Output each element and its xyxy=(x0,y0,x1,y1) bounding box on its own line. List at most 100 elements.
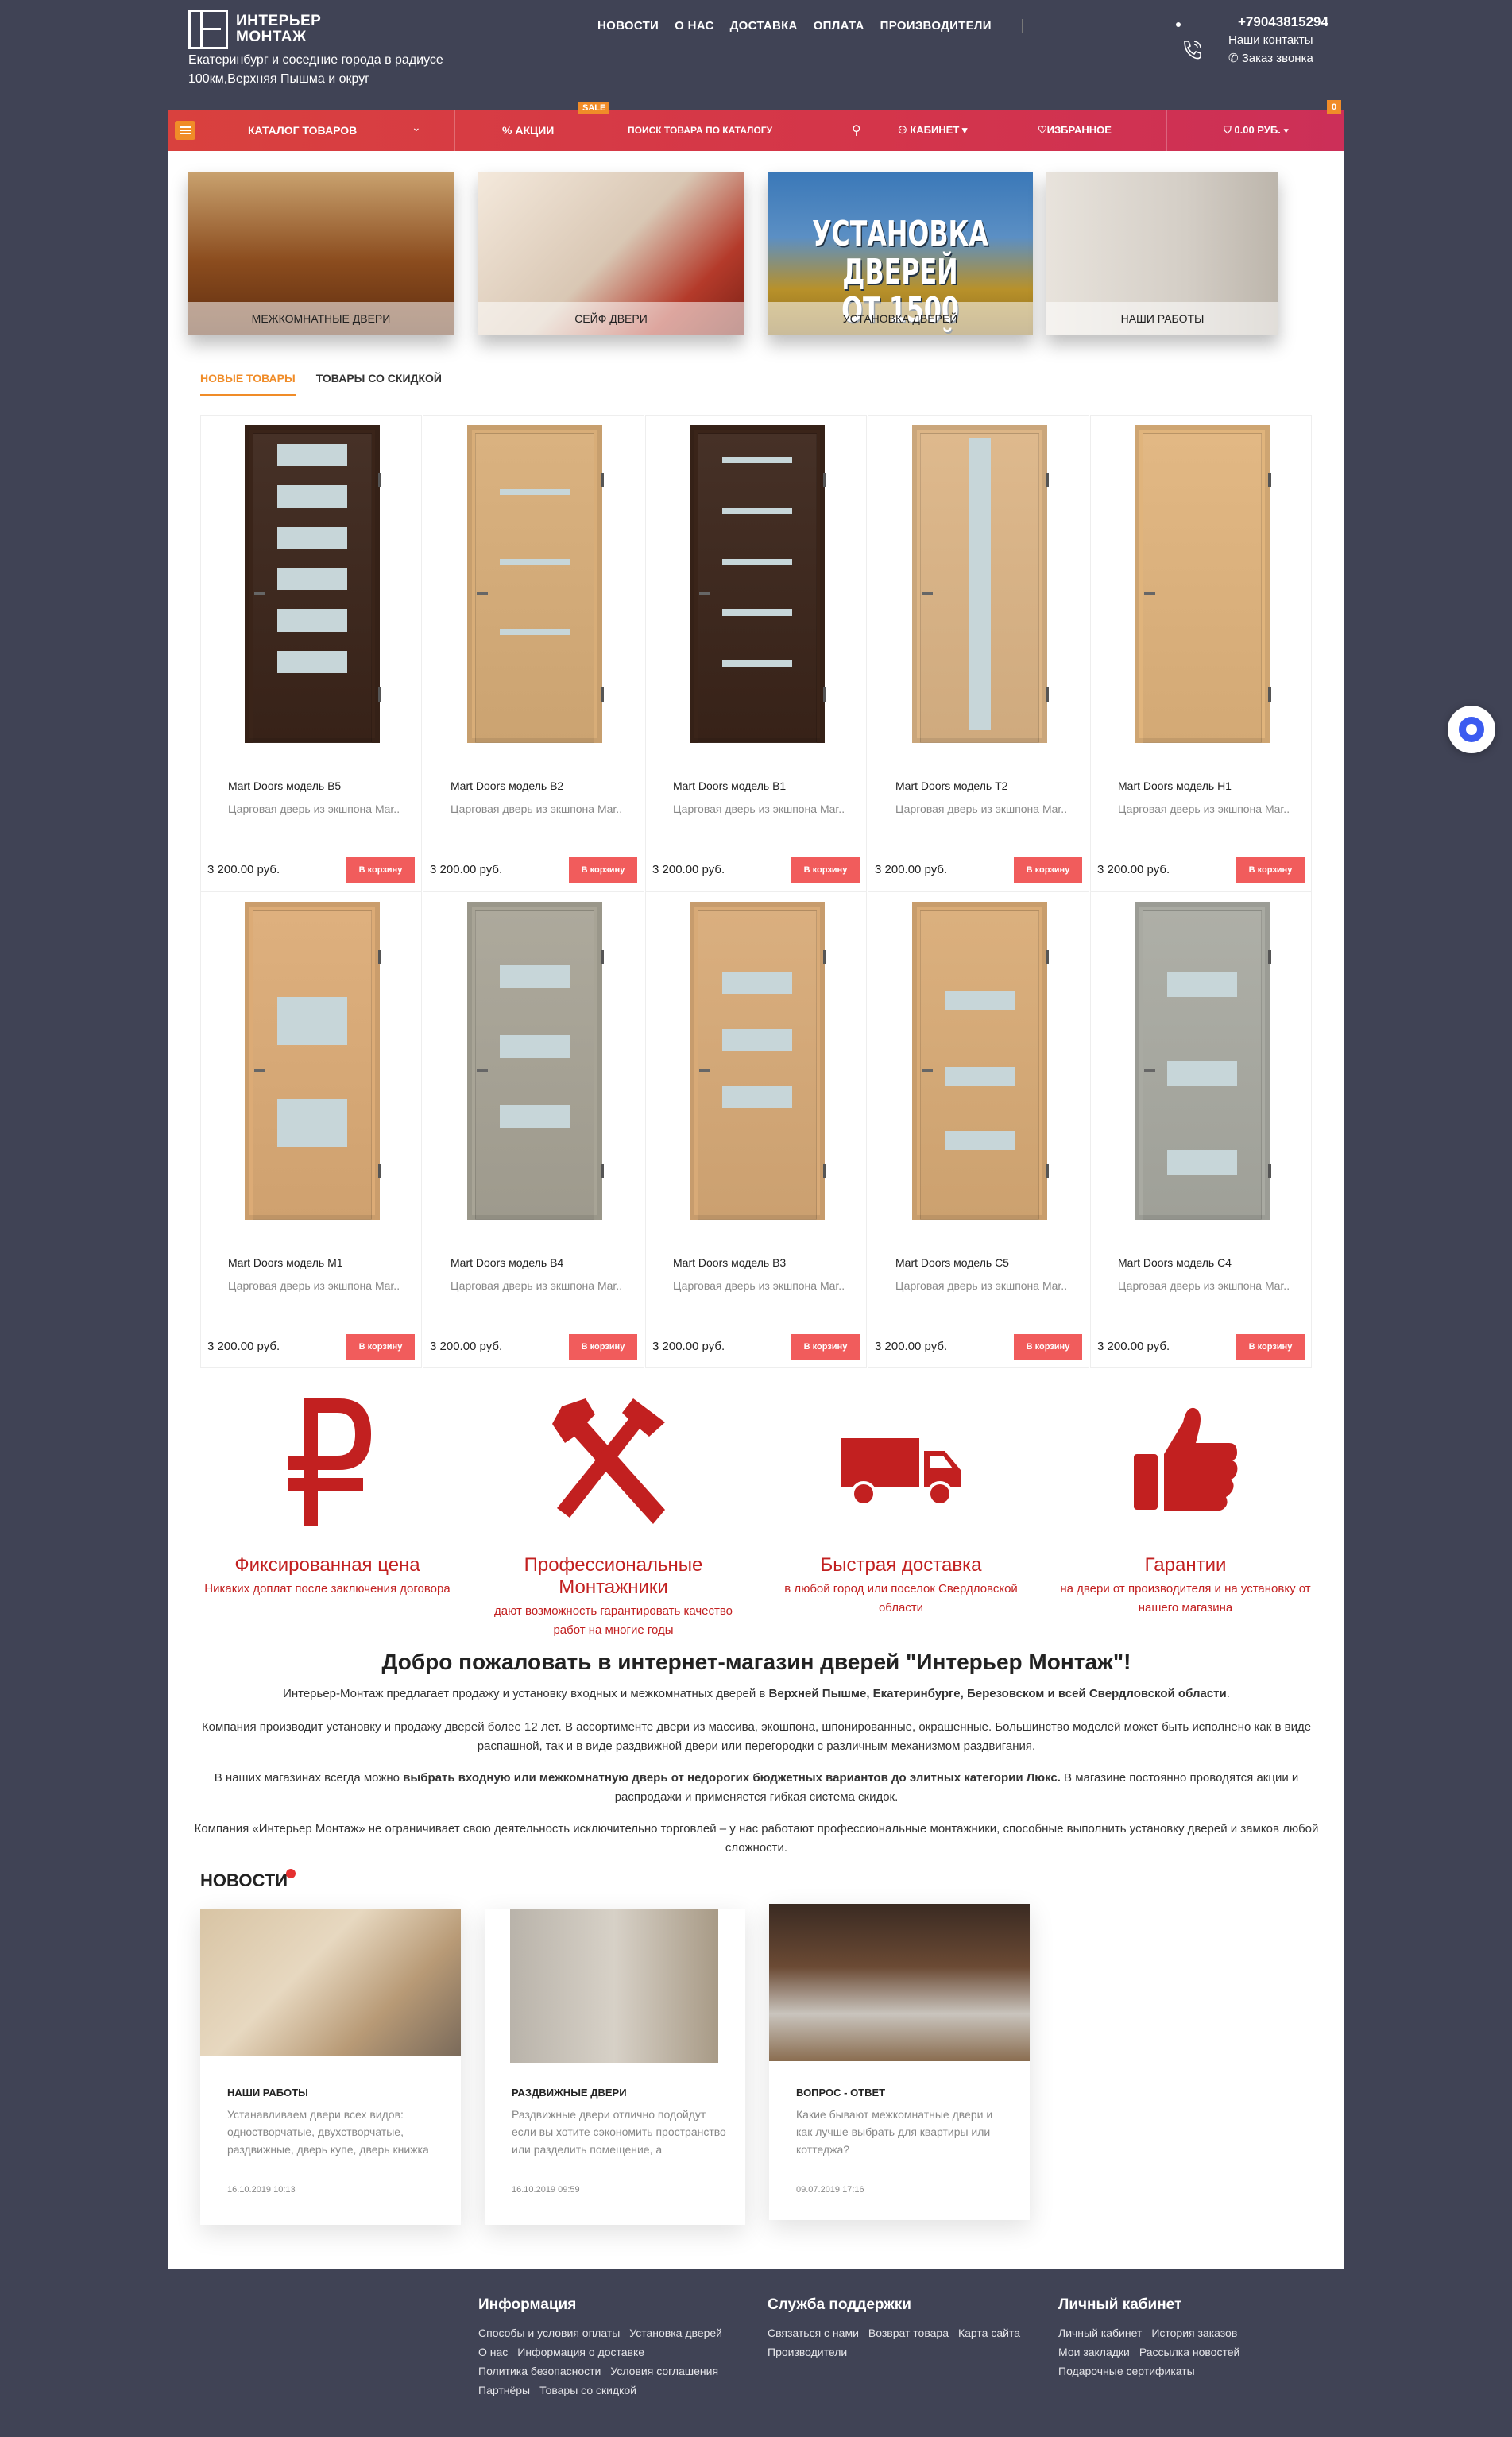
add-to-cart-button[interactable]: В корзину xyxy=(1236,857,1305,883)
banner-label: НАШИ РАБОТЫ xyxy=(1046,302,1278,335)
add-to-cart-button[interactable]: В корзину xyxy=(1014,1334,1082,1360)
add-to-cart-button[interactable]: В корзину xyxy=(569,1334,637,1360)
add-to-cart-button[interactable]: В корзину xyxy=(791,857,860,883)
product-name[interactable]: Mart Doors модель C5 xyxy=(895,1256,1009,1269)
contacts-link[interactable]: Наши контакты xyxy=(1228,33,1313,47)
add-to-cart-button[interactable]: В корзину xyxy=(1236,1334,1305,1360)
footer-link[interactable]: Товары со скидкой xyxy=(539,2384,636,2396)
banner-safe-doors[interactable]: СЕЙФ ДВЕРИ xyxy=(478,172,744,335)
tab-discount-products[interactable]: ТОВАРЫ СО СКИДКОЙ xyxy=(316,372,442,396)
banner-installation[interactable]: УСТАНОВКА ДВЕРЕЙ ОТ 1500 РУБЛЕЙ УСТАНОВК… xyxy=(768,172,1033,335)
product-name[interactable]: Mart Doors модель B5 xyxy=(228,779,341,792)
product-description: Царговая дверь из экшпона Mar.. xyxy=(1118,803,1290,815)
promo-link[interactable]: % АКЦИИ xyxy=(502,124,554,137)
add-to-cart-button[interactable]: В корзину xyxy=(1014,857,1082,883)
banner-interior-doors[interactable]: МЕЖКОМНАТНЫЕ ДВЕРИ xyxy=(188,172,454,335)
footer-link[interactable]: Личный кабинет xyxy=(1058,2327,1142,2339)
menu-burger-icon[interactable] xyxy=(175,121,195,140)
handset-icon: ✆ xyxy=(1228,52,1242,65)
product-image[interactable] xyxy=(690,425,826,743)
tab-new-products[interactable]: НОВЫЕ ТОВАРЫ xyxy=(200,372,296,396)
product-image[interactable] xyxy=(1135,425,1271,743)
banner-our-works[interactable]: НАШИ РАБОТЫ xyxy=(1046,172,1278,335)
news-title[interactable]: НАШИ РАБОТЫ xyxy=(227,2087,308,2099)
cart-button[interactable]: ⛉ 0.00 РУБ. ▾ xyxy=(1224,124,1289,137)
footer-link[interactable]: Связаться с нами xyxy=(768,2327,859,2339)
news-card[interactable]: НАШИ РАБОТЫ Устанавливаем двери всех вид… xyxy=(200,1909,461,2225)
product-image[interactable] xyxy=(1135,902,1271,1220)
phone-icon[interactable] xyxy=(1180,38,1204,62)
product-image[interactable] xyxy=(245,902,381,1220)
footer-link[interactable]: Установка дверей xyxy=(629,2327,722,2339)
product-description: Царговая дверь из экшпона Mar.. xyxy=(895,1279,1068,1292)
favorites-link[interactable]: ♡ИЗБРАННОЕ xyxy=(1038,124,1112,137)
product-name[interactable]: Mart Doors модель B2 xyxy=(451,779,563,792)
footer-link[interactable]: Политика безопасности xyxy=(478,2365,601,2377)
product-card[interactable]: Mart Doors модель M1 Царговая дверь из эк… xyxy=(200,892,422,1368)
footer-link[interactable]: Условия соглашения xyxy=(610,2365,718,2377)
footer-link[interactable]: Партнёры xyxy=(478,2384,530,2396)
product-name[interactable]: Mart Doors модель B3 xyxy=(673,1256,786,1269)
catalog-button[interactable]: КАТАЛОГ ТОВАРОВ xyxy=(248,124,357,137)
news-title[interactable]: ВОПРОС - ОТВЕТ xyxy=(796,2087,885,2099)
add-to-cart-button[interactable]: В корзину xyxy=(569,857,637,883)
product-image[interactable] xyxy=(912,902,1049,1220)
product-description: Царговая дверь из экшпона Mar.. xyxy=(673,803,845,815)
product-image[interactable] xyxy=(245,425,381,743)
product-card[interactable]: Mart Doors модель B4 Царговая дверь из эк… xyxy=(423,892,644,1368)
news-image[interactable] xyxy=(200,1909,461,2056)
footer-link[interactable]: История заказов xyxy=(1151,2327,1237,2339)
news-card[interactable]: РАЗДВИЖНЫЕ ДВЕРИ Раздвижные двери отличн… xyxy=(485,1909,745,2225)
footer-link[interactable]: Рассылка новостей xyxy=(1139,2346,1239,2358)
chevron-down-icon[interactable]: ⌄ xyxy=(412,121,421,134)
news-image[interactable] xyxy=(510,1909,718,2063)
product-card[interactable]: Mart Doors модель B5 Царговая дверь из эк… xyxy=(200,415,422,892)
product-card[interactable]: Mart Doors модель C5 Царговая дверь из эк… xyxy=(868,892,1089,1368)
product-name[interactable]: Mart Doors модель B4 xyxy=(451,1256,563,1269)
news-heading[interactable]: НОВОСТИ xyxy=(200,1870,288,1891)
footer-link[interactable]: Подарочные сертификаты xyxy=(1058,2365,1195,2377)
add-to-cart-button[interactable]: В корзину xyxy=(346,857,415,883)
add-to-cart-button[interactable]: В корзину xyxy=(346,1334,415,1360)
nav-delivery[interactable]: ДОСТАВКА xyxy=(730,19,798,33)
nav-news[interactable]: НОВОСТИ xyxy=(597,19,659,33)
product-name[interactable]: Mart Doors модель M1 xyxy=(228,1256,343,1269)
footer-link[interactable]: Производители xyxy=(768,2346,847,2358)
product-image[interactable] xyxy=(467,425,604,743)
nav-manufacturers[interactable]: ПРОИЗВОДИТЕЛИ xyxy=(880,19,992,33)
search-input[interactable]: ПОИСК ТОВАРА ПО КАТАЛОГУ xyxy=(628,125,772,136)
product-card[interactable]: Mart Doors модель H1 Царговая дверь из эк… xyxy=(1090,415,1312,892)
footer-link[interactable]: Способы и условия оплаты xyxy=(478,2327,620,2339)
product-card[interactable]: Mart Doors модель B1 Царговая дверь из эк… xyxy=(645,415,867,892)
product-name[interactable]: Mart Doors модель H1 xyxy=(1118,779,1232,792)
product-name[interactable]: Mart Doors модель T2 xyxy=(895,779,1007,792)
product-price: 3 200.00 руб. xyxy=(430,1340,503,1353)
product-card[interactable]: Mart Doors модель B2 Царговая дверь из эк… xyxy=(423,415,644,892)
product-name[interactable]: Mart Doors модель B1 xyxy=(673,779,786,792)
add-to-cart-button[interactable]: В корзину xyxy=(791,1334,860,1360)
footer-link[interactable]: Карта сайта xyxy=(958,2327,1020,2339)
footer-link[interactable]: Мои закладки xyxy=(1058,2346,1130,2358)
news-card[interactable]: ВОПРОС - ОТВЕТ Какие бывают межкомнатные… xyxy=(769,1904,1030,2220)
news-title[interactable]: РАЗДВИЖНЫЕ ДВЕРИ xyxy=(512,2087,627,2099)
footer-link[interactable]: Возврат товара xyxy=(868,2327,949,2339)
product-name[interactable]: Mart Doors модель C4 xyxy=(1118,1256,1232,1269)
product-card[interactable]: Mart Doors модель T2 Царговая дверь из эк… xyxy=(868,415,1089,892)
product-image[interactable] xyxy=(467,902,604,1220)
logo[interactable]: ИНТЕРЬЕР МОНТАЖ xyxy=(188,10,321,49)
search-icon[interactable]: ⚲ xyxy=(852,122,861,138)
chat-widget-icon[interactable] xyxy=(1448,706,1495,753)
product-image[interactable] xyxy=(690,902,826,1220)
product-image[interactable] xyxy=(912,425,1049,743)
footer-link[interactable]: О нас xyxy=(478,2346,508,2358)
nav-payment[interactable]: ОПЛАТА xyxy=(814,19,864,33)
news-image[interactable] xyxy=(769,1904,1030,2061)
product-card[interactable]: Mart Doors модель B3 Царговая дверь из эк… xyxy=(645,892,867,1368)
welcome-paragraph-3: В наших магазинах всегда можно выбрать в… xyxy=(214,1771,1299,1804)
callback-link[interactable]: ✆ Заказ звонка xyxy=(1228,51,1313,65)
product-card[interactable]: Mart Doors модель C4 Царговая дверь из эк… xyxy=(1090,892,1312,1368)
cabinet-menu[interactable]: ⚇ КАБИНЕТ ▾ xyxy=(898,124,967,137)
nav-about[interactable]: О НАС xyxy=(675,19,713,33)
footer-link[interactable]: Информация о доставке xyxy=(517,2346,644,2358)
phone-number[interactable]: +79043815294 xyxy=(1238,14,1328,30)
